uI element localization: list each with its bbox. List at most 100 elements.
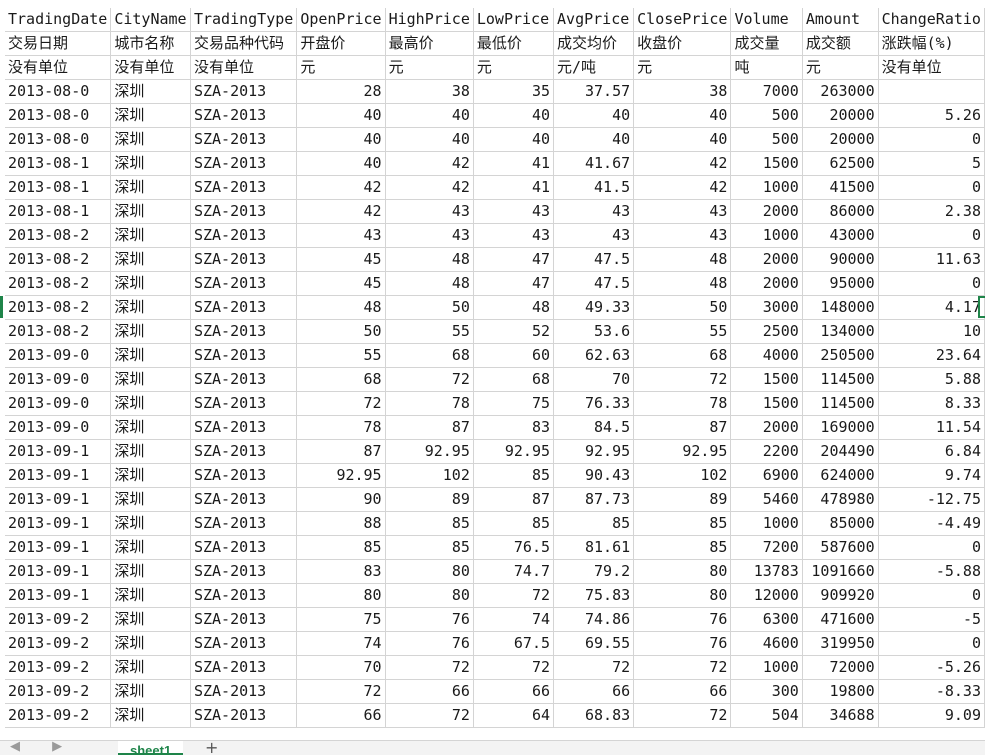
table-cell[interactable]: 42 <box>385 175 474 200</box>
table-cell[interactable]: 72 <box>385 655 474 680</box>
table-cell[interactable]: 74 <box>296 631 386 656</box>
table-cell[interactable]: 52 <box>473 319 555 344</box>
table-cell[interactable]: 500 <box>730 103 803 128</box>
table-cell[interactable]: 72000 <box>802 655 879 680</box>
header-cell[interactable]: 元 <box>802 55 879 80</box>
table-cell[interactable]: 深圳 <box>110 223 191 248</box>
table-cell[interactable]: 11.63 <box>878 247 985 272</box>
header-cell[interactable]: 没有单位 <box>878 55 985 80</box>
table-cell[interactable]: 80 <box>633 559 732 584</box>
header-cell[interactable]: ChangeRatio <box>878 8 985 32</box>
table-cell[interactable]: 2500 <box>730 319 803 344</box>
table-cell[interactable]: 92.95 <box>633 439 732 464</box>
table-cell[interactable]: SZA-2013 <box>190 367 298 392</box>
table-cell[interactable]: 83 <box>473 415 555 440</box>
table-cell[interactable]: 深圳 <box>110 703 191 728</box>
table-cell[interactable]: 74.86 <box>553 607 635 632</box>
table-cell[interactable]: 55 <box>633 319 732 344</box>
table-cell[interactable]: 0 <box>878 223 985 248</box>
header-cell[interactable]: 成交额 <box>802 31 879 56</box>
table-cell[interactable]: 2013-08-1 <box>5 151 112 176</box>
table-cell[interactable]: 89 <box>633 487 732 512</box>
table-cell[interactable]: 67.5 <box>473 631 555 656</box>
table-cell[interactable]: 1000 <box>730 223 803 248</box>
table-cell[interactable]: 66 <box>553 679 635 704</box>
table-cell[interactable]: 11.54 <box>878 415 985 440</box>
table-cell[interactable]: 88 <box>296 511 386 536</box>
sheet-nav-arrows-icon[interactable]: ◀ ▶ <box>10 741 76 753</box>
table-cell[interactable]: 72 <box>633 655 732 680</box>
table-cell[interactable]: SZA-2013 <box>190 175 298 200</box>
table-cell[interactable]: 9.09 <box>878 703 985 728</box>
table-cell[interactable]: 23.64 <box>878 343 985 368</box>
table-cell[interactable]: SZA-2013 <box>190 559 298 584</box>
table-cell[interactable]: 79.2 <box>553 559 635 584</box>
table-cell[interactable]: 7000 <box>730 79 803 104</box>
table-cell[interactable]: 2013-09-2 <box>5 703 112 728</box>
header-cell[interactable]: 元 <box>473 55 555 80</box>
table-cell[interactable]: 40 <box>385 103 474 128</box>
table-cell[interactable]: 2013-08-0 <box>5 127 112 152</box>
table-cell[interactable]: 深圳 <box>110 415 191 440</box>
table-cell[interactable]: 深圳 <box>110 271 191 296</box>
table-cell[interactable]: 50 <box>385 295 474 320</box>
table-cell[interactable]: 深圳 <box>110 559 191 584</box>
table-cell[interactable]: -5.26 <box>878 655 985 680</box>
table-cell[interactable]: 1000 <box>730 175 803 200</box>
header-cell[interactable]: 交易日期 <box>5 31 112 56</box>
table-cell[interactable]: 2013-09-0 <box>5 391 112 416</box>
spreadsheet-grid-area[interactable]: TradingDate CityName TradingType OpenPrice H… <box>0 0 985 740</box>
table-cell[interactable]: 85 <box>473 463 555 488</box>
table-cell[interactable]: 92.95 <box>385 439 474 464</box>
table-cell[interactable]: SZA-2013 <box>190 463 298 488</box>
header-cell[interactable]: 最高价 <box>385 31 474 56</box>
table-cell[interactable]: 40 <box>553 103 635 128</box>
table-cell[interactable]: 43 <box>633 199 732 224</box>
table-cell[interactable]: 38 <box>633 79 732 104</box>
table-cell[interactable]: 75 <box>296 607 386 632</box>
table-cell[interactable]: SZA-2013 <box>190 535 298 560</box>
table-cell[interactable]: 76 <box>633 607 732 632</box>
table-cell[interactable]: 6300 <box>730 607 803 632</box>
header-cell[interactable]: CityName <box>110 8 191 32</box>
table-cell[interactable]: 68.83 <box>553 703 635 728</box>
table-cell[interactable]: 1091660 <box>802 559 879 584</box>
table-cell[interactable]: 2000 <box>730 247 803 272</box>
table-cell[interactable]: 72 <box>296 679 386 704</box>
table-cell[interactable]: 深圳 <box>110 319 191 344</box>
table-cell[interactable]: 7200 <box>730 535 803 560</box>
table-cell[interactable]: -5 <box>878 607 985 632</box>
header-cell[interactable]: TradingType <box>190 8 298 32</box>
table-cell[interactable]: 4000 <box>730 343 803 368</box>
table-cell[interactable]: 2013-08-2 <box>5 295 112 320</box>
header-cell[interactable]: 没有单位 <box>110 55 191 80</box>
table-cell[interactable]: 504 <box>730 703 803 728</box>
table-cell[interactable]: 0 <box>878 535 985 560</box>
header-cell[interactable]: 吨 <box>730 55 803 80</box>
table-cell[interactable]: 45 <box>296 247 386 272</box>
table-cell[interactable]: 624000 <box>802 463 879 488</box>
header-cell[interactable]: 元 <box>296 55 386 80</box>
header-cell[interactable]: 最低价 <box>473 31 555 56</box>
table-cell[interactable]: 72 <box>296 391 386 416</box>
table-cell[interactable]: 78 <box>296 415 386 440</box>
table-cell[interactable]: 55 <box>296 343 386 368</box>
table-cell[interactable]: 72 <box>633 367 732 392</box>
table-cell[interactable]: 深圳 <box>110 679 191 704</box>
table-cell[interactable]: 47.5 <box>553 247 635 272</box>
table-cell[interactable]: 0 <box>878 127 985 152</box>
table-cell[interactable]: 114500 <box>802 391 879 416</box>
table-cell[interactable]: SZA-2013 <box>190 79 298 104</box>
table-cell[interactable]: 43 <box>633 223 732 248</box>
table-cell[interactable]: 72 <box>385 367 474 392</box>
table-cell[interactable]: 43 <box>385 199 474 224</box>
table-cell[interactable]: 深圳 <box>110 199 191 224</box>
table-cell[interactable]: 72 <box>473 655 555 680</box>
table-cell[interactable]: 76.33 <box>553 391 635 416</box>
table-cell[interactable]: 587600 <box>802 535 879 560</box>
table-cell[interactable]: 74 <box>473 607 555 632</box>
header-cell[interactable]: 交易品种代码 <box>190 31 298 56</box>
table-cell[interactable]: 2013-09-0 <box>5 415 112 440</box>
table-cell[interactable]: 深圳 <box>110 631 191 656</box>
header-cell[interactable]: TradingDate <box>5 8 112 32</box>
